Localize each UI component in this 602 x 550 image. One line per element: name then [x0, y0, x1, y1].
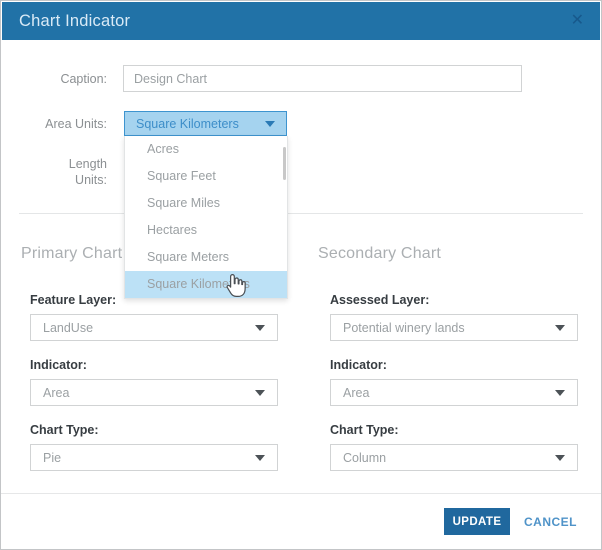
dropdown-option-square-kilometers[interactable]: Square Kilometers — [125, 271, 287, 298]
feature-layer-value: LandUse — [43, 321, 93, 335]
primary-indicator-value: Area — [43, 386, 69, 400]
chart-indicator-dialog: Chart Indicator ✕ Caption: Area Units: S… — [0, 0, 602, 550]
feature-layer-select[interactable]: LandUse — [30, 314, 278, 341]
primary-indicator-label: Indicator: — [30, 358, 87, 372]
caption-label: Caption: — [1, 71, 107, 87]
dropdown-option-square-miles[interactable]: Square Miles — [125, 190, 287, 217]
dialog-titlebar: Chart Indicator ✕ — [2, 2, 600, 40]
section-divider — [19, 213, 583, 214]
secondary-chart-type-label: Chart Type: — [330, 423, 399, 437]
secondary-chart-type-value: Column — [343, 451, 386, 465]
footer-divider — [1, 493, 601, 494]
secondary-indicator-select[interactable]: Area — [330, 379, 578, 406]
assessed-layer-value: Potential winery lands — [343, 321, 465, 335]
dropdown-option-square-meters[interactable]: Square Meters — [125, 244, 287, 271]
feature-layer-label: Feature Layer: — [30, 293, 116, 307]
chevron-down-icon — [555, 325, 565, 331]
secondary-indicator-value: Area — [343, 386, 369, 400]
chevron-down-icon — [265, 121, 275, 127]
primary-chart-type-label: Chart Type: — [30, 423, 99, 437]
caption-input[interactable] — [123, 65, 522, 92]
cancel-button[interactable]: CANCEL — [524, 515, 577, 529]
area-units-select[interactable]: Square Kilometers — [124, 111, 287, 136]
dropdown-option-square-feet[interactable]: Square Feet — [125, 163, 287, 190]
area-units-dropdown-list: Acres Square Feet Square Miles Hectares … — [124, 136, 288, 299]
assessed-layer-select[interactable]: Potential winery lands — [330, 314, 578, 341]
primary-chart-type-select[interactable]: Pie — [30, 444, 278, 471]
dialog-title: Chart Indicator — [19, 12, 130, 31]
primary-chart-type-value: Pie — [43, 451, 61, 465]
area-units-value: Square Kilometers — [136, 117, 239, 131]
dropdown-scrollbar[interactable] — [283, 147, 286, 180]
chevron-down-icon — [255, 455, 265, 461]
primary-indicator-select[interactable]: Area — [30, 379, 278, 406]
chevron-down-icon — [555, 455, 565, 461]
secondary-indicator-label: Indicator: — [330, 358, 387, 372]
secondary-chart-heading: Secondary Chart — [318, 245, 441, 263]
area-units-label: Area Units: — [1, 116, 107, 132]
chevron-down-icon — [255, 390, 265, 396]
dropdown-option-hectares[interactable]: Hectares — [125, 217, 287, 244]
close-icon[interactable]: ✕ — [571, 13, 584, 29]
primary-chart-heading: Primary Chart — [21, 245, 122, 263]
assessed-layer-label: Assessed Layer: — [330, 293, 429, 307]
update-button[interactable]: UPDATE — [444, 508, 510, 535]
length-units-label: Length Units: — [1, 156, 107, 188]
chevron-down-icon — [255, 325, 265, 331]
chevron-down-icon — [555, 390, 565, 396]
secondary-chart-type-select[interactable]: Column — [330, 444, 578, 471]
dropdown-option-acres[interactable]: Acres — [125, 136, 287, 163]
footer-bar: UPDATE CANCEL — [444, 508, 577, 535]
